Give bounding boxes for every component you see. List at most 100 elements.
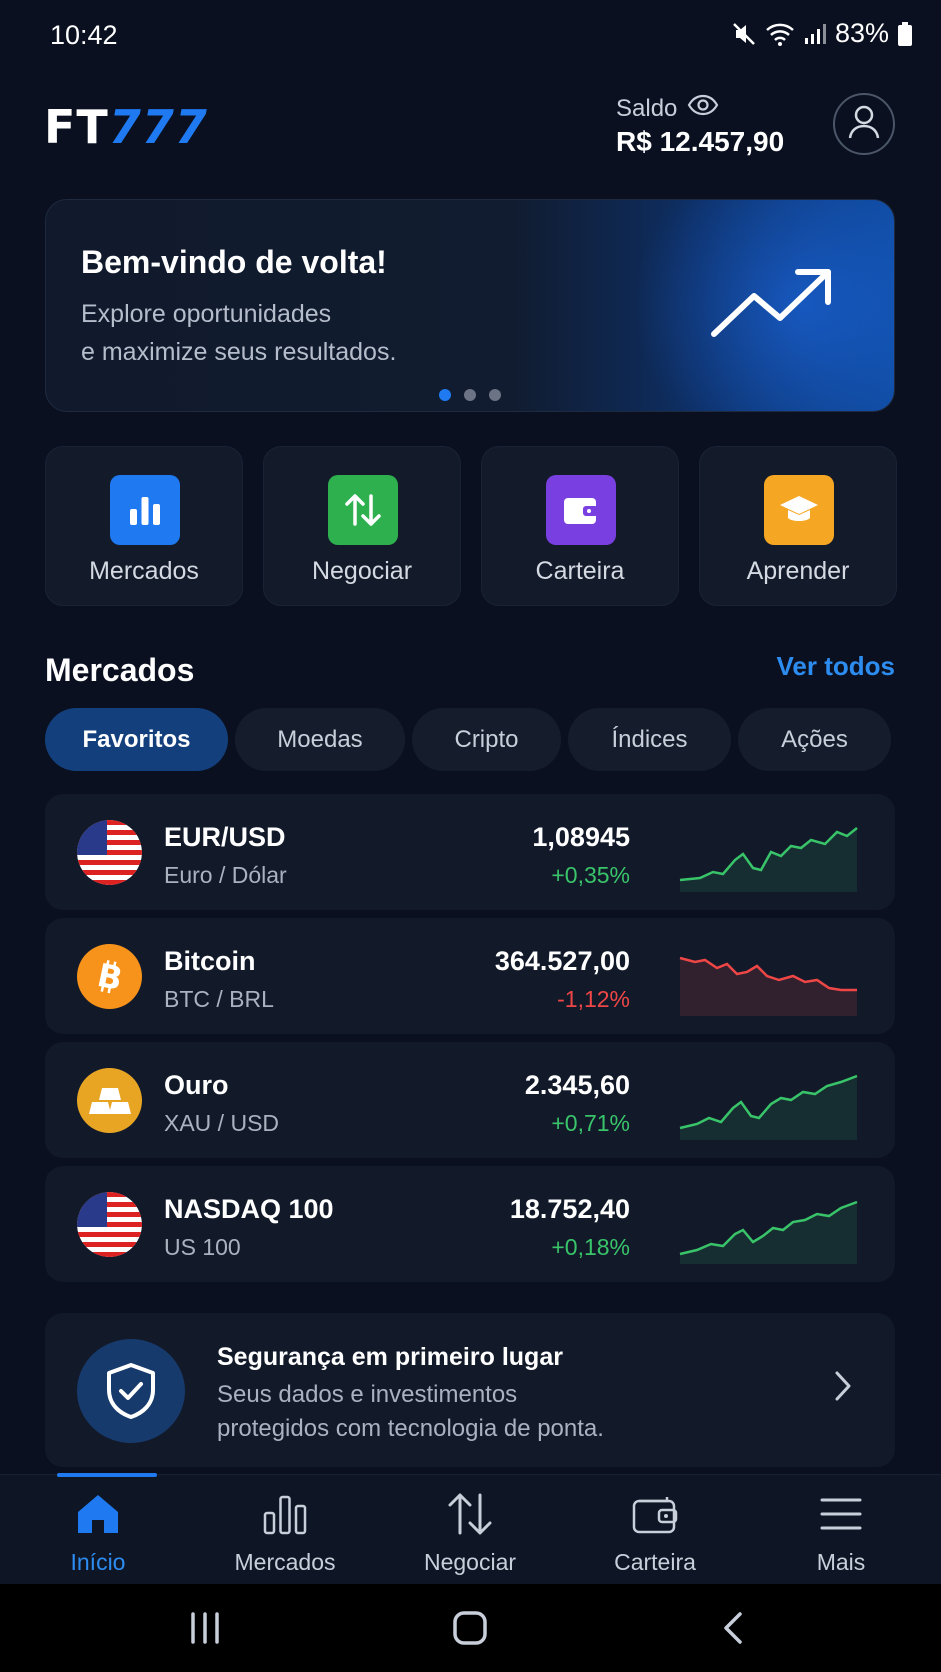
balance-label: Saldo [616, 94, 719, 123]
quick-action-negociar[interactable]: Negociar [263, 446, 461, 606]
quick-action-carteira[interactable]: Carteira [481, 446, 679, 606]
market-row-nasdaq[interactable]: NASDAQ 100 US 100 18.752,40 +0,18% [45, 1166, 895, 1282]
system-navigation-bar [0, 1584, 941, 1672]
wallet-icon [575, 1489, 735, 1539]
market-subtitle: BTC / BRL [164, 986, 274, 1012]
bitcoin-icon: B [77, 944, 142, 1009]
swap-arrows-icon [390, 1489, 550, 1539]
quick-action-label: Negociar [311, 557, 413, 585]
market-change: -1,12% [557, 986, 630, 1012]
market-subtitle: US 100 [164, 1234, 241, 1260]
nav-label: Início [70, 1549, 126, 1575]
active-tab-indicator [57, 1473, 157, 1477]
profile-button[interactable] [833, 93, 895, 155]
market-price: 2.345,60 [524, 1070, 630, 1100]
market-price: 364.527,00 [494, 946, 630, 976]
market-name: Bitcoin [164, 946, 256, 976]
market-change: +0,71% [551, 1110, 630, 1136]
pagination-dot[interactable] [489, 389, 501, 401]
recent-apps-icon[interactable] [187, 1610, 223, 1651]
market-row-bitcoin[interactable]: B Bitcoin BTC / BRL 364.527,00 -1,12% [45, 918, 895, 1034]
pagination-dot[interactable] [439, 389, 451, 401]
swap-arrows-icon [328, 475, 398, 545]
sparkline-up [675, 812, 865, 897]
nav-mercados[interactable]: Mercados [205, 1489, 365, 1576]
nav-label: Mercados [234, 1549, 336, 1575]
wifi-icon [765, 21, 795, 47]
nav-mais[interactable]: Mais [761, 1489, 921, 1576]
graduation-cap-icon [764, 475, 834, 545]
market-price: 18.752,40 [509, 1194, 630, 1224]
battery-icon [897, 21, 913, 47]
security-text-line1: Seus dados e investimentos [217, 1381, 518, 1408]
sparkline-up [675, 1184, 865, 1269]
sparkline-down [675, 936, 865, 1021]
market-row-ouro[interactable]: Ouro XAU / USD 2.345,60 +0,71% [45, 1042, 895, 1158]
nav-carteira[interactable]: Carteira [575, 1489, 735, 1576]
signal-icon [803, 22, 827, 46]
mute-icon [731, 21, 757, 47]
banner-pagination [439, 389, 501, 401]
security-title: Segurança em primeiro lugar [217, 1343, 563, 1371]
balance-label-text: Saldo [616, 94, 678, 122]
shield-check-icon [77, 1339, 185, 1443]
nav-label: Negociar [423, 1549, 517, 1575]
balance-value: R$ 12.457,90 [616, 126, 785, 157]
see-all-link[interactable]: Ver todos [777, 651, 895, 682]
quick-action-label: Mercados [89, 557, 199, 585]
security-card[interactable]: Segurança em primeiro lugar Seus dados e… [45, 1313, 895, 1467]
tab-indices[interactable]: Índices [568, 708, 731, 771]
market-name: EUR/USD [164, 822, 286, 852]
market-subtitle: XAU / USD [164, 1110, 280, 1136]
home-button-icon[interactable] [452, 1610, 488, 1651]
us-flag-icon [77, 820, 142, 885]
bar-chart-icon [205, 1489, 365, 1539]
banner-subtitle-line2: e maximize seus resultados. [81, 338, 397, 366]
nav-label: Carteira [614, 1549, 696, 1575]
pagination-dot[interactable] [464, 389, 476, 401]
security-text-line2: protegidos com tecnologia de ponta. [217, 1415, 604, 1442]
status-icons: 83% [731, 18, 913, 49]
welcome-banner[interactable]: Bem-vindo de volta! Explore oportunidade… [45, 199, 895, 412]
app-logo: FT777 [44, 100, 208, 154]
market-name: NASDAQ 100 [164, 1194, 334, 1224]
wallet-icon [546, 475, 616, 545]
market-subtitle: Euro / Dólar [164, 862, 287, 888]
status-time: 10:42 [50, 20, 118, 50]
banner-title: Bem-vindo de volta! [81, 244, 387, 280]
trend-up-icon [706, 264, 836, 349]
markets-section-title: Mercados [45, 652, 195, 688]
logo-text: FT [44, 100, 109, 154]
quick-action-label: Aprender [746, 557, 850, 585]
nav-label: Mais [816, 1549, 866, 1575]
tab-moedas[interactable]: Moedas [235, 708, 405, 771]
tab-favoritos[interactable]: Favoritos [45, 708, 228, 771]
user-icon [847, 104, 881, 145]
menu-icon [761, 1489, 921, 1539]
nav-negociar[interactable]: Negociar [390, 1489, 550, 1576]
chevron-right-icon [833, 1369, 853, 1408]
status-bar: 10:42 83% [0, 0, 941, 70]
eye-icon[interactable] [687, 94, 719, 123]
quick-action-aprender[interactable]: Aprender [699, 446, 897, 606]
us-flag-icon [77, 1192, 142, 1257]
gold-bars-icon [77, 1068, 142, 1133]
quick-action-label: Carteira [535, 557, 625, 585]
market-row-eurusd[interactable]: EUR/USD Euro / Dólar 1,08945 +0,35% [45, 794, 895, 910]
market-name: Ouro [164, 1070, 229, 1100]
quick-action-mercados[interactable]: Mercados [45, 446, 243, 606]
logo-number: 777 [108, 100, 208, 154]
bar-chart-icon [110, 475, 180, 545]
sparkline-up [675, 1060, 865, 1145]
back-icon[interactable] [720, 1610, 746, 1651]
market-change: +0,18% [551, 1234, 630, 1260]
tab-acoes[interactable]: Ações [738, 708, 891, 771]
market-change: +0,35% [551, 862, 630, 888]
market-price: 1,08945 [532, 822, 630, 852]
nav-inicio[interactable]: Início [18, 1489, 178, 1576]
tab-cripto[interactable]: Cripto [412, 708, 561, 771]
bottom-navigation: Início Mercados Negociar Carteira Mais [0, 1473, 941, 1584]
battery-percent: 83% [834, 18, 889, 48]
home-icon [18, 1489, 178, 1539]
banner-subtitle-line1: Explore oportunidades [81, 300, 332, 328]
